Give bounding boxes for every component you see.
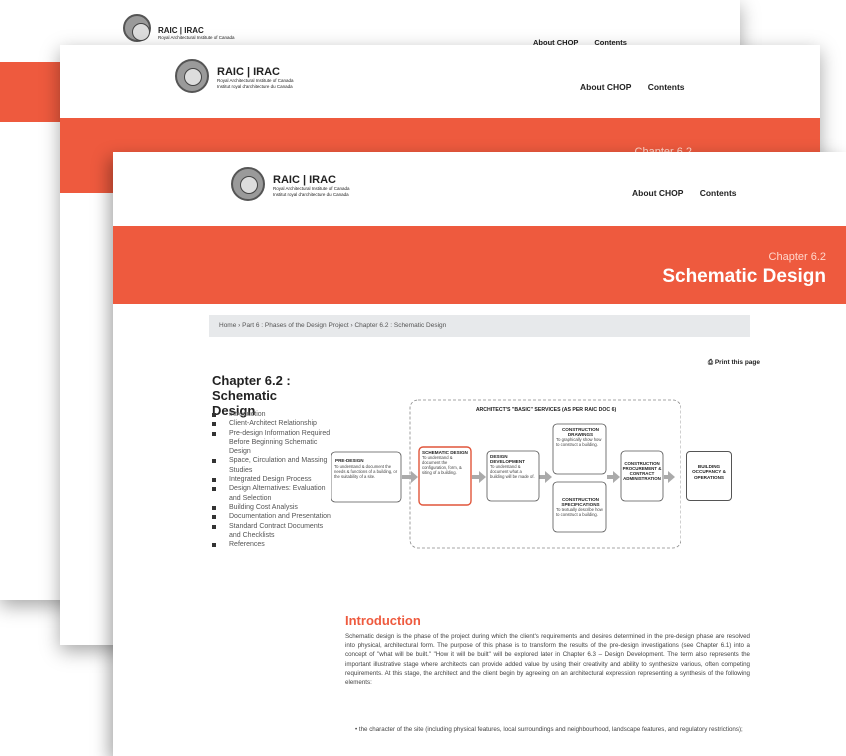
brand: RAIC | IRAC Royal Architectural Institut…	[158, 26, 235, 40]
raic-logo	[175, 59, 209, 93]
print-button[interactable]: ⎙ Print this page	[708, 359, 760, 367]
services-diagram: ARCHITECT'S "BASIC" SERVICES (AS PER RAI…	[331, 399, 681, 549]
toc-item-space-circulation[interactable]: Space, Circulation and Massing Studies	[212, 456, 332, 475]
toc-item-documentation[interactable]: Documentation and Presentation	[212, 512, 332, 521]
chapter-number: Chapter 6.2	[768, 251, 826, 263]
introduction-bullet: • the character of the site (including p…	[355, 726, 743, 733]
arrow-icon	[664, 471, 675, 483]
predesign-text: To understand & document the needs & fun…	[334, 464, 397, 479]
toc-item-building-cost[interactable]: Building Cost Analysis	[212, 503, 332, 512]
toc-item-predesign-information[interactable]: Pre-design Information Required Before B…	[212, 429, 332, 457]
construction-specifications-text: CONSTRUCTION SPECIFICATIONS To textually…	[556, 497, 603, 517]
raic-logo	[231, 167, 265, 201]
toc-item-design-alternatives[interactable]: Design Alternatives: Evaluation and Sele…	[212, 484, 332, 503]
printer-icon: ⎙	[707, 359, 715, 366]
toc-item-introduction[interactable]: Introduction	[212, 410, 332, 419]
sidebar-toc: Introduction Client-Architect Relationsh…	[212, 410, 332, 549]
toc-item-references[interactable]: References	[212, 540, 332, 549]
header: RAIC | IRAC Royal Architectural Institut…	[113, 152, 846, 226]
nav-about-link[interactable]: About CHOP	[580, 82, 631, 92]
header: RAIC | IRAC Royal Architectural Institut…	[60, 45, 820, 120]
construction-drawings-text: CONSTRUCTION DRAWINGS To graphically sho…	[556, 427, 601, 447]
breadcrumb[interactable]: Home › Part 6 : Phases of the Design Pro…	[209, 315, 750, 337]
diagram-heading: ARCHITECT'S "BASIC" SERVICES (AS PER RAI…	[476, 407, 617, 413]
chapter-banner: Chapter 6.2 Schematic Design	[113, 226, 846, 304]
nav-contents-link[interactable]: Contents	[700, 188, 737, 198]
toc-item-integrated-design[interactable]: Integrated Design Process	[212, 475, 332, 484]
arrow-icon	[539, 471, 552, 483]
top-nav: About CHOP Contents	[618, 188, 737, 198]
introduction-heading: Introduction	[345, 613, 421, 628]
toc-item-client-architect[interactable]: Client-Architect Relationship	[212, 419, 332, 428]
building-occupancy-box: BUILDING OCCUPANCY & OPERATIONS	[686, 451, 732, 501]
arrow-icon	[472, 471, 486, 483]
toc-item-standard-contract[interactable]: Standard Contract Documents and Checklis…	[212, 522, 332, 541]
schematic-design-text: SCHEMATIC DESIGN To understand & documen…	[422, 450, 468, 475]
brand: RAIC | IRAC Royal Architectural Institut…	[273, 174, 350, 197]
brand: RAIC | IRAC Royal Architectural Institut…	[217, 66, 294, 89]
predesign-title: PRE-DESIGN	[335, 458, 364, 463]
design-development-text: DESIGN DEVELOPMENT To understand & docum…	[490, 454, 535, 479]
page-preview-front: RAIC | IRAC Royal Architectural Institut…	[113, 152, 846, 756]
introduction-paragraph: Schematic design is the phase of the pro…	[345, 633, 750, 687]
top-nav: About CHOP Contents	[566, 82, 685, 92]
nav-contents-link[interactable]: Contents	[648, 82, 685, 92]
nav-about-link[interactable]: About CHOP	[632, 188, 683, 198]
chapter-title: Schematic Design	[662, 266, 826, 287]
raic-logo	[123, 14, 151, 42]
construction-procurement-text: CONSTRUCTION PROCUREMENT & CONTRACT ADMI…	[623, 461, 662, 481]
arrow-icon	[607, 471, 620, 483]
